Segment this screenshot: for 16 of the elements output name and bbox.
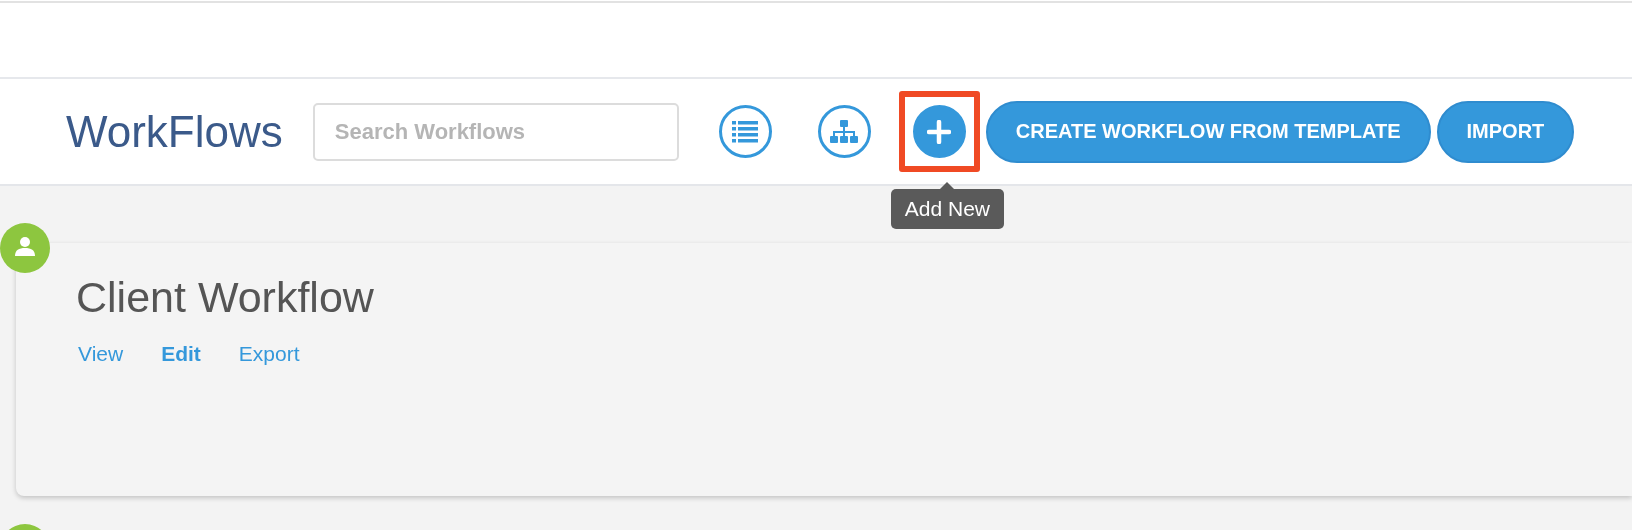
- workflow-link[interactable]: Export: [238, 342, 300, 366]
- workflow-title: Client Workflow: [76, 273, 375, 322]
- workflow-link[interactable]: View: [78, 342, 124, 366]
- workflow-link[interactable]: Edit: [161, 342, 201, 366]
- tooltip-pointer: [940, 182, 955, 189]
- list-icon: [732, 120, 759, 143]
- add-button[interactable]: [912, 105, 966, 158]
- tooltip: Add New: [890, 189, 1004, 229]
- list-view-button[interactable]: [718, 105, 772, 158]
- search-field[interactable]: Search Workflows: [312, 102, 679, 161]
- create-from-template-button[interactable]: CREATE WORKFLOW FROM TEMPLATE: [985, 100, 1431, 163]
- hierarchy-icon: [830, 119, 859, 144]
- page-title: WorkFlows: [66, 106, 283, 157]
- import-button[interactable]: IMPORT: [1436, 100, 1575, 163]
- hierarchy-view-button[interactable]: [817, 105, 871, 158]
- plus-icon: [927, 119, 952, 144]
